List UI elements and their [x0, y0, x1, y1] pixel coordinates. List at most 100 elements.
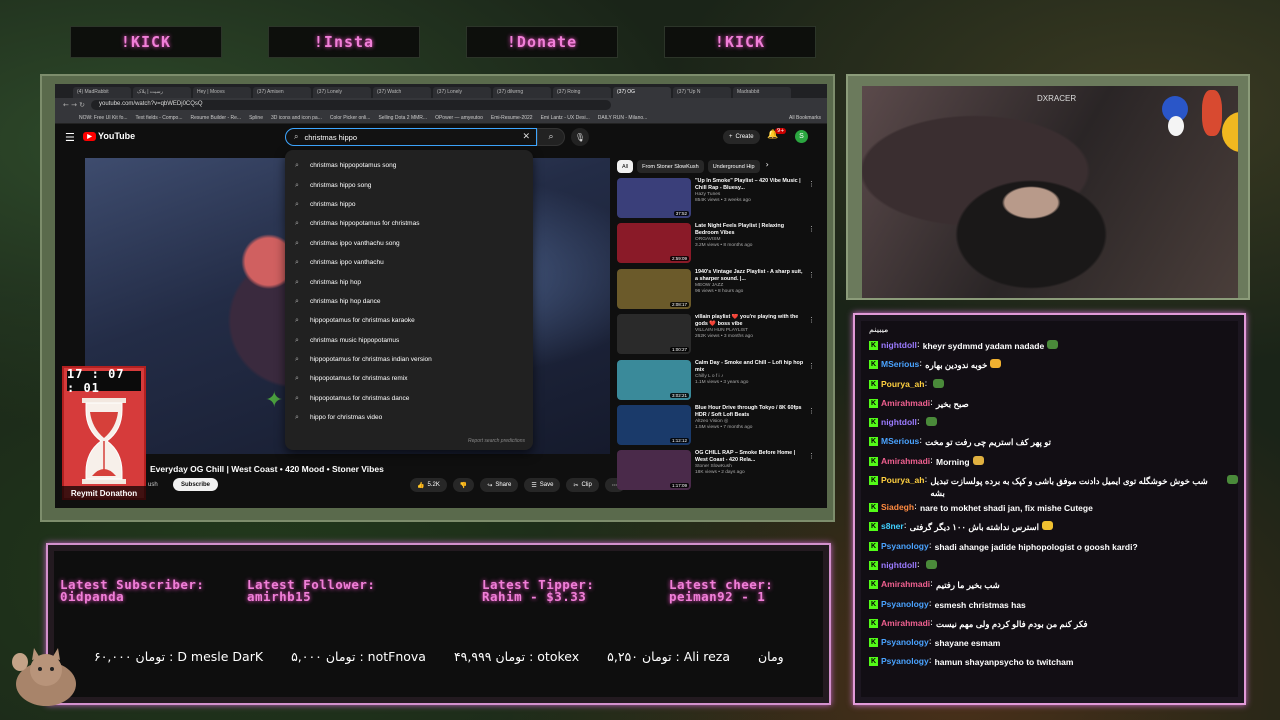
channel-name[interactable]: ush [148, 482, 158, 488]
chat-username[interactable]: nightdoll [881, 340, 917, 350]
youtube-logo[interactable]: ▶ YouTube [83, 131, 135, 141]
chat-username[interactable]: Siadegh [881, 502, 914, 512]
recommendation-item[interactable]: 37:52 "Up In Smoke" Playlist – 420 Vibe … [617, 178, 817, 223]
browser-tab[interactable]: (37) Lonely [313, 87, 371, 98]
create-button[interactable]: + Create [723, 130, 760, 144]
browser-tab[interactable]: (37) Lonely [433, 87, 491, 98]
bookmark-item[interactable]: DAILY RUN - Milano... [598, 115, 648, 121]
bookmark-item[interactable]: OPower — amyeutoo [435, 115, 483, 121]
chat-username[interactable]: Pourya_ah [881, 475, 924, 485]
chevron-right-icon[interactable]: › [766, 160, 769, 173]
chat-username[interactable]: Psyanology [881, 541, 929, 551]
suggestion-item[interactable]: ⌕ christmas hippo [285, 195, 533, 214]
chat-username[interactable]: Psyanology [881, 656, 929, 666]
video-thumbnail[interactable]: 37:52 [617, 178, 691, 218]
search-button[interactable]: ⌕ [537, 128, 565, 146]
bookmark-item[interactable]: NOW: Free UI Kit fo... [79, 115, 128, 121]
browser-tab-active[interactable]: (37) OG [613, 87, 671, 98]
chat-username[interactable]: Pourya_ah [881, 379, 924, 389]
browser-tab[interactable]: (4) MadRabbit [73, 87, 131, 98]
search-input[interactable]: ⌕ christmas hippo ✕ [285, 128, 537, 146]
more-vert-icon[interactable]: ⋮ [808, 407, 815, 415]
video-thumbnail[interactable]: 3:02:21 [617, 359, 691, 400]
recommendation-title[interactable]: OG CHILL RAP – Smoke Before Home | West … [695, 450, 805, 464]
suggestion-item[interactable]: ⌕ christmas ippo vanthachu song [285, 234, 533, 253]
close-icon[interactable]: ✕ [522, 132, 530, 142]
recommendation-title[interactable]: villain playlist ❤️ you're playing with … [695, 314, 805, 328]
suggestion-item[interactable]: ⌕ christmas hip hop [285, 272, 533, 291]
chat-username[interactable]: Psyanology [881, 599, 929, 609]
chat-username[interactable]: MSerious [881, 436, 919, 446]
recommendation-title[interactable]: Blue Hour Drive through Tokyo / 8K 60fps… [695, 405, 805, 419]
browser-tab[interactable]: (37) dilwrng [493, 87, 551, 98]
recommendation-title[interactable]: 1940's Vintage Jazz Playlist - A sharp s… [695, 269, 805, 283]
video-thumbnail[interactable]: 1:12:12 [617, 404, 691, 445]
suggestion-item[interactable]: ⌕ hippopotamus for christmas dance [285, 389, 533, 408]
bookmark-item[interactable]: Text fields - Compo... [136, 115, 183, 121]
video-thumbnail[interactable]: 1:00:27 [617, 314, 691, 355]
recommendation-item[interactable]: 2:59:09 Late Night Feels Playlist | Rela… [617, 223, 817, 268]
more-vert-icon[interactable]: ⋮ [808, 180, 815, 188]
suggestion-item[interactable]: ⌕ christmas hip hop dance [285, 292, 533, 311]
recommendation-title[interactable]: Calm Day - Smoke and Chill – Lofi hip ho… [695, 360, 805, 374]
clip-button[interactable]: ✂ Clip [566, 478, 599, 492]
recommendation-item[interactable]: 3:02:21 Calm Day - Smoke and Chill – Lof… [617, 359, 817, 405]
recommendation-item[interactable]: 1:12:12 Blue Hour Drive through Tokyo / … [617, 404, 817, 450]
recommendation-item[interactable]: 1:17:09 OG CHILL RAP – Smoke Before Home… [617, 450, 817, 495]
more-vert-icon[interactable]: ⋮ [808, 316, 815, 324]
chat-username[interactable]: Amirahmadi [881, 398, 930, 408]
recommendation-item[interactable]: 1:00:27 villain playlist ❤️ you're playi… [617, 314, 817, 359]
chat-username[interactable]: Amirahmadi [881, 456, 930, 466]
subscribe-button[interactable]: Subscribe [173, 478, 219, 491]
all-bookmarks-button[interactable]: All Bookmarks [789, 115, 821, 121]
recommendation-title[interactable]: "Up In Smoke" Playlist – 420 Vibe Music … [695, 178, 805, 192]
more-vert-icon[interactable]: ⋮ [808, 452, 815, 460]
avatar[interactable]: S [795, 130, 808, 143]
suggestion-item[interactable]: ⌕ christmas ippo vanthachu [285, 253, 533, 272]
browser-tab[interactable]: (37) "Up N [673, 87, 731, 98]
more-vert-icon[interactable]: ⋮ [808, 271, 815, 279]
chat-username[interactable]: Amirahmadi [881, 579, 930, 589]
suggestion-item[interactable]: ⌕ christmas hippopotamus for christmas [285, 214, 533, 233]
share-button[interactable]: ↪ Share [480, 478, 519, 492]
url-field[interactable]: youtube.com/watch?v=qbWEDj0CQsQ [91, 100, 612, 110]
save-button[interactable]: ☰ Save [524, 478, 561, 492]
suggestion-item[interactable]: ⌕ hippopotamus for christmas indian versi… [285, 350, 533, 369]
suggestion-item[interactable]: ⌕ hippo for christmas video [285, 408, 533, 427]
video-thumbnail[interactable]: 1:17:09 [617, 450, 691, 491]
browser-tab[interactable]: Madrabbit [733, 87, 791, 98]
suggestion-item[interactable]: ⌕ christmas hippo song [285, 175, 533, 194]
browser-tab[interactable]: (37) Roing [553, 87, 611, 98]
back-forward-reload-icons[interactable]: ← → ↻ [63, 101, 85, 109]
chat-username[interactable]: Amirahmadi [881, 618, 930, 628]
chat-username[interactable]: s8ner [881, 521, 904, 531]
bookmark-item[interactable]: Emi Lantz - UX Desi... [541, 115, 590, 121]
browser-tab[interactable]: (37) Watch [373, 87, 431, 98]
browser-tab[interactable]: (37) Amisen [253, 87, 311, 98]
more-vert-icon[interactable]: ⋮ [808, 225, 815, 233]
suggestion-item[interactable]: ⌕ christmas music hippopotamus [285, 331, 533, 350]
chip-underground[interactable]: Underground Hip [707, 160, 760, 173]
bookmark-item[interactable]: Spline [249, 115, 263, 121]
chat-username[interactable]: nightdoll [881, 417, 917, 427]
bookmark-item[interactable]: 3D icons and icon pa... [271, 115, 322, 121]
microphone-icon[interactable]: 🎙 [571, 128, 589, 146]
bookmark-item[interactable]: Resume Builder - Re... [191, 115, 242, 121]
recommendation-item[interactable]: 2:08:17 1940's Vintage Jazz Playlist - A… [617, 268, 817, 314]
report-predictions-link[interactable]: Report search predictions [468, 438, 525, 444]
more-vert-icon[interactable]: ⋮ [808, 362, 815, 370]
chat-username[interactable]: nightdoll [881, 560, 917, 570]
bookmark-item[interactable]: Color Picker onli... [330, 115, 371, 121]
video-thumbnail[interactable]: 2:59:09 [617, 223, 691, 264]
suggestion-item[interactable]: ⌕ christmas hippopotamus song [285, 156, 533, 175]
like-button[interactable]: 👍 5.2K [410, 478, 447, 492]
suggestion-item[interactable]: ⌕ hippopotamus for christmas remix [285, 369, 533, 388]
bookmark-item[interactable]: Emi-Resume-2022 [491, 115, 533, 121]
browser-tab[interactable]: Hey | Moovs [193, 87, 251, 98]
chat-username[interactable]: Psyanology [881, 637, 929, 647]
suggestion-item[interactable]: ⌕ hippopotamus for christmas karaoke [285, 311, 533, 330]
chat-username[interactable]: MSerious [881, 359, 919, 369]
browser-tab[interactable]: رسیت | پلاک [133, 87, 191, 98]
dislike-button[interactable]: 👎 [452, 478, 475, 492]
bookmark-item[interactable]: Selling Dota 2 MMR... [378, 115, 427, 121]
